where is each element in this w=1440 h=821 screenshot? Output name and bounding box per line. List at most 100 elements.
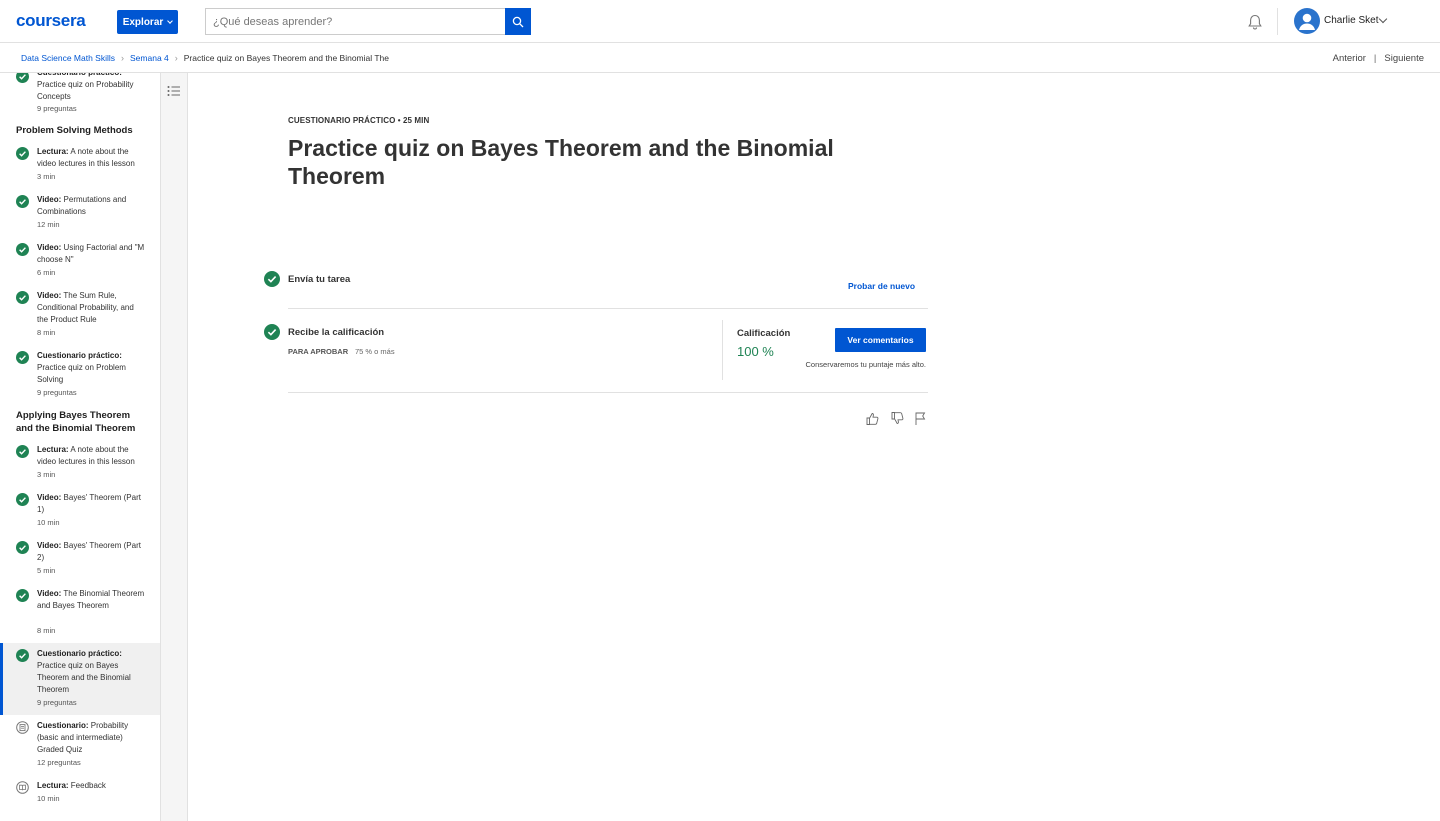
sidebar-item-text: Video: Permutations and Combinations: [37, 194, 147, 218]
check-circle-icon: [264, 324, 280, 340]
sidebar-item-type: Lectura:: [37, 445, 69, 454]
sidebar-item[interactable]: Video: Bayes' Theorem (Part 2) 5 min: [0, 540, 160, 584]
sidebar-item[interactable]: Lectura: A note about the video lectures…: [0, 146, 160, 190]
sidebar-item-title: Practice quiz on Bayes Theorem and the B…: [37, 661, 131, 694]
sidebar-item-text: Video: Bayes' Theorem (Part 2): [37, 540, 147, 564]
sidebar-item-meta: 8 min: [37, 626, 56, 635]
sidebar-item-text: Cuestionario práctico: Practice quiz on …: [37, 73, 147, 103]
chevron-right-icon: ›: [121, 53, 125, 63]
sidebar-item-type: Video:: [37, 195, 62, 204]
check-circle-icon: [16, 445, 29, 458]
person-icon: [1299, 13, 1315, 30]
sidebar-item-text: Video: Bayes' Theorem (Part 1): [37, 492, 147, 516]
sidebar-item-meta: 8 min: [37, 328, 56, 337]
sidebar-item-type: Lectura:: [37, 147, 69, 156]
sidebar-item-meta: 9 preguntas: [37, 698, 77, 707]
sidebar-item-meta: 9 preguntas: [37, 388, 77, 397]
sidebar-item[interactable]: Video: Bayes' Theorem (Part 1) 10 min: [0, 492, 160, 536]
sidebar-item-type: Video:: [37, 589, 62, 598]
reading-icon: [16, 781, 29, 794]
explore-button[interactable]: Explorar: [117, 10, 178, 34]
sidebar-item-type: Cuestionario:: [37, 721, 89, 730]
sidebar-item[interactable]: Lectura: Feedback 10 min: [0, 780, 160, 814]
user-name[interactable]: Charlie Sket: [1324, 15, 1378, 26]
check-circle-icon: [16, 243, 29, 256]
thumbs-up-icon[interactable]: [865, 411, 880, 426]
sidebar-item-type: Cuestionario práctico:: [37, 73, 122, 77]
submit-step-label: Envía tu tarea: [288, 274, 351, 285]
breadcrumb-week-link[interactable]: Semana 4: [130, 53, 169, 63]
sidebar-item[interactable]: Video: The Sum Rule, Conditional Probabi…: [0, 290, 160, 346]
sidebar-item-text: Lectura: A note about the video lectures…: [37, 444, 147, 468]
sidebar-item[interactable]: Cuestionario práctico: Practice quiz on …: [0, 350, 160, 406]
bell-icon[interactable]: [1246, 13, 1264, 31]
sidebar-item[interactable]: Lectura: A note about the video lectures…: [0, 444, 160, 488]
sidebar-item-meta: 10 min: [37, 794, 60, 803]
nav-separator: |: [1373, 53, 1377, 64]
grade-divider: [722, 320, 723, 380]
sidebar-item[interactable]: Cuestionario: Probability (basic and int…: [0, 720, 160, 776]
search-button[interactable]: [505, 8, 531, 35]
coursera-logo[interactable]: coursera: [16, 11, 86, 31]
sidebar-item-title: Practice quiz on Probability Concepts: [37, 80, 134, 101]
sidebar-item-type: Cuestionario práctico:: [37, 649, 122, 658]
previous-link[interactable]: Anterior: [1333, 53, 1366, 64]
check-circle-icon: [16, 541, 29, 554]
sidebar-item-active[interactable]: Cuestionario práctico: Practice quiz on …: [0, 643, 160, 715]
list-outline-icon[interactable]: [167, 85, 181, 97]
sidebar-item-type: Video:: [37, 541, 62, 550]
breadcrumb-course-link[interactable]: Data Science Math Skills: [21, 53, 115, 63]
page-title: Practice quiz on Bayes Theorem and the B…: [288, 135, 834, 189]
sidebar-item-title: Practice quiz on Problem Solving: [37, 363, 126, 384]
sidebar-item[interactable]: Cuestionario práctico: Practice quiz on …: [0, 73, 160, 117]
sidebar-section-heading: Applying Bayes Theorem and the Binomial …: [16, 410, 136, 434]
sidebar-item-type: Video:: [37, 493, 62, 502]
top-navigation-bar: coursera Explorar Charlie Sket: [0, 0, 1440, 43]
next-link[interactable]: Siguiente: [1384, 53, 1424, 64]
highest-score-note: Conservaremos tu puntaje más alto.: [805, 360, 926, 369]
sidebar-item-text: Cuestionario: Probability (basic and int…: [37, 720, 147, 756]
sidebar-item-type: Video:: [37, 243, 62, 252]
sidebar-item[interactable]: Video: The Binomial Theorem and Bayes Th…: [0, 588, 160, 644]
chevron-right-icon: ›: [174, 53, 178, 63]
check-circle-icon: [16, 351, 29, 364]
search-icon: [512, 16, 524, 27]
sidebar-item[interactable]: Video: Using Factorial and "M choose N" …: [0, 242, 160, 286]
sidebar-item[interactable]: Video: Permutations and Combinations 12 …: [0, 194, 160, 238]
check-circle-icon: [16, 195, 29, 208]
sidebar-item-text: Lectura: A note about the video lectures…: [37, 146, 147, 170]
view-feedback-button[interactable]: Ver comentarios: [835, 328, 926, 352]
check-circle-icon: [16, 589, 29, 602]
user-avatar-icon[interactable]: [1294, 8, 1320, 34]
breadcrumb: Data Science Math Skills › Semana 4 › Pr…: [21, 53, 389, 63]
sidebar-item-meta: 9 preguntas: [37, 104, 77, 113]
flag-icon[interactable]: [913, 411, 928, 426]
check-circle-icon: [16, 291, 29, 304]
sidebar-item-type: Video:: [37, 291, 62, 300]
check-circle-icon: [16, 649, 29, 662]
sidebar-item-meta: 3 min: [37, 172, 56, 181]
divider: [288, 392, 928, 393]
sidebar-item-text: Video: The Binomial Theorem and Bayes Th…: [37, 588, 147, 612]
search-input[interactable]: [205, 8, 505, 35]
sidebar-item-meta: 12 min: [37, 220, 60, 229]
item-kicker: CUESTIONARIO PRÁCTICO • 25 MIN: [288, 116, 430, 125]
sidebar-item-type: Lectura:: [37, 781, 69, 790]
sidebar-item-text: Cuestionario práctico: Practice quiz on …: [37, 648, 147, 696]
pass-threshold-label: PARA APROBAR: [288, 347, 349, 356]
header-divider: [1277, 8, 1278, 35]
check-circle-icon: [264, 271, 280, 287]
check-circle-icon: [16, 73, 29, 83]
grade-value: 100 %: [737, 344, 774, 359]
receive-grade-label: Recibe la calificación: [288, 327, 385, 338]
course-sidebar: Cuestionario práctico: Practice quiz on …: [0, 73, 161, 821]
retry-button[interactable]: Probar de nuevo: [848, 281, 915, 291]
thumbs-down-icon[interactable]: [890, 411, 905, 426]
check-circle-icon: [16, 493, 29, 506]
sidebar-item-meta: 10 min: [37, 518, 60, 527]
sidebar-item-text: Video: The Sum Rule, Conditional Probabi…: [37, 290, 147, 326]
explore-button-label: Explorar: [122, 16, 164, 28]
pass-threshold-value: 75 % o más: [355, 347, 395, 356]
sidebar-item-text: Video: Using Factorial and "M choose N": [37, 242, 147, 266]
user-menu-chevron-icon[interactable]: [1378, 14, 1388, 24]
